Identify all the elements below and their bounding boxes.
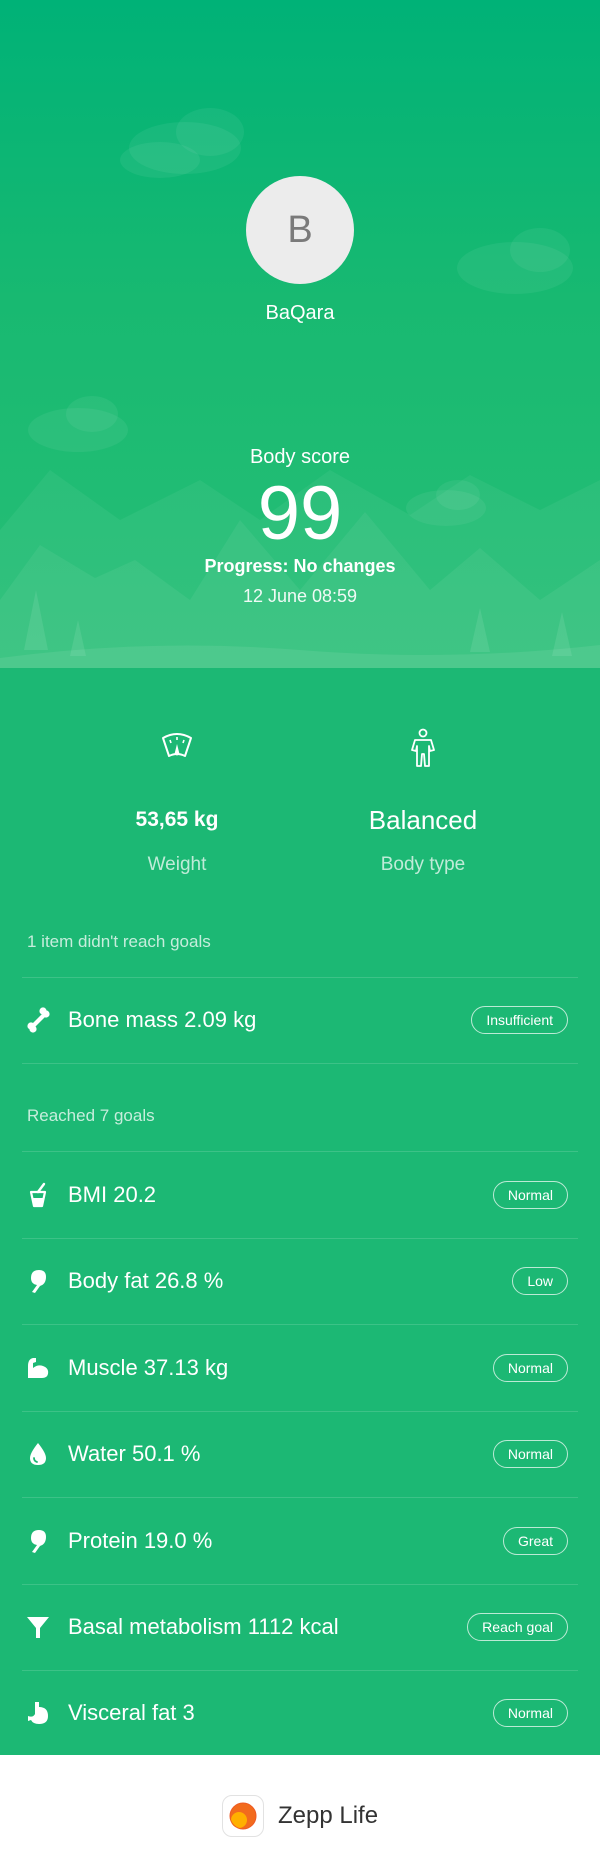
- body-score-label: Body score: [249, 446, 351, 468]
- bmi-icon: [29, 1182, 47, 1207]
- metric-row-water[interactable]: Water 50.1 % Normal: [22, 1410, 578, 1498]
- bone-icon: [27, 1007, 50, 1033]
- reached-goals-list: BMI 20.2 Normal Body fat 26.8 % Low Musc…: [22, 1151, 578, 1757]
- brand: Zepp Life: [222, 1795, 378, 1837]
- metrics-panel: 53,65 kg Weight Balanced Body type 1 ite…: [0, 668, 600, 1757]
- water-drop-icon: [30, 1443, 46, 1466]
- protein-icon: [31, 1529, 46, 1553]
- metric-row-bmi[interactable]: BMI 20.2 Normal: [22, 1151, 578, 1238]
- zepp-life-logo: [222, 1795, 264, 1837]
- metric-row-basal-metabolism[interactable]: Basal metabolism 1112 kcal Reach goal: [22, 1583, 578, 1671]
- metric-label: Body fat 26.8 %: [68, 1268, 224, 1294]
- metric-row-body-fat[interactable]: Body fat 26.8 % Low: [22, 1237, 578, 1325]
- status-badge: Normal: [492, 1440, 568, 1469]
- status-badge: Normal: [492, 1699, 568, 1728]
- metric-label: Muscle 37.13 kg: [68, 1354, 229, 1380]
- status-badge: Great: [502, 1526, 568, 1555]
- brand-name: Zepp Life: [278, 1802, 379, 1829]
- avatar[interactable]: B: [246, 176, 354, 284]
- status-badge: Normal: [492, 1353, 568, 1382]
- score-header: B BaQara Body score 99 Progress: No chan…: [0, 0, 600, 668]
- status-badge: Reach goal: [467, 1613, 568, 1642]
- metric-label: Basal metabolism 1112 kcal: [68, 1614, 339, 1640]
- progress-text: Progress: No changes: [204, 556, 396, 576]
- status-badge: Low: [512, 1267, 568, 1296]
- metric-label: Bone mass 2.09 kg: [68, 1007, 257, 1033]
- unreached-goals-list: Bone mass 2.09 kg Insufficient: [22, 977, 578, 1064]
- funnel-icon: [27, 1617, 49, 1639]
- metric-label: Visceral fat 3: [68, 1700, 195, 1726]
- metric-row-muscle[interactable]: Muscle 37.13 kg Normal: [22, 1324, 578, 1411]
- stomach-icon: [28, 1702, 48, 1725]
- body-fat-icon: [31, 1270, 46, 1294]
- scale-icon: [162, 733, 192, 757]
- body-score-value: 99: [257, 471, 343, 556]
- body-type-label: Body type: [380, 854, 466, 875]
- metric-row-bone-mass[interactable]: Bone mass 2.09 kg Insufficient: [22, 977, 578, 1064]
- weight-value: 53,65 kg: [135, 808, 219, 831]
- weight-stat[interactable]: 53,65 kg Weight: [52, 726, 302, 876]
- status-badge: Normal: [492, 1180, 568, 1209]
- body-type-stat[interactable]: Balanced Body type: [298, 726, 548, 876]
- measurement-timestamp: 12 June 08:59: [242, 586, 358, 606]
- footer-branding: Zepp Life: [0, 1755, 600, 1871]
- metric-row-protein[interactable]: Protein 19.0 % Great: [22, 1497, 578, 1584]
- username: BaQara: [265, 302, 335, 324]
- metric-label: BMI 20.2: [68, 1181, 157, 1207]
- metric-label: Water 50.1 %: [68, 1441, 201, 1467]
- status-badge: Insufficient: [471, 1006, 568, 1035]
- body-score-report: B BaQara Body score 99 Progress: No chan…: [0, 0, 600, 1871]
- metric-label: Protein 19.0 %: [68, 1527, 213, 1553]
- person-icon: [411, 728, 435, 767]
- weight-label: Weight: [147, 854, 207, 875]
- reached-goals-title: Reached 7 goals: [27, 1106, 155, 1125]
- unreached-goals-title: 1 item didn't reach goals: [27, 932, 211, 951]
- body-type-value: Balanced: [368, 805, 478, 835]
- muscle-icon: [28, 1357, 49, 1378]
- metric-row-visceral-fat[interactable]: Visceral fat 3 Normal: [22, 1670, 578, 1757]
